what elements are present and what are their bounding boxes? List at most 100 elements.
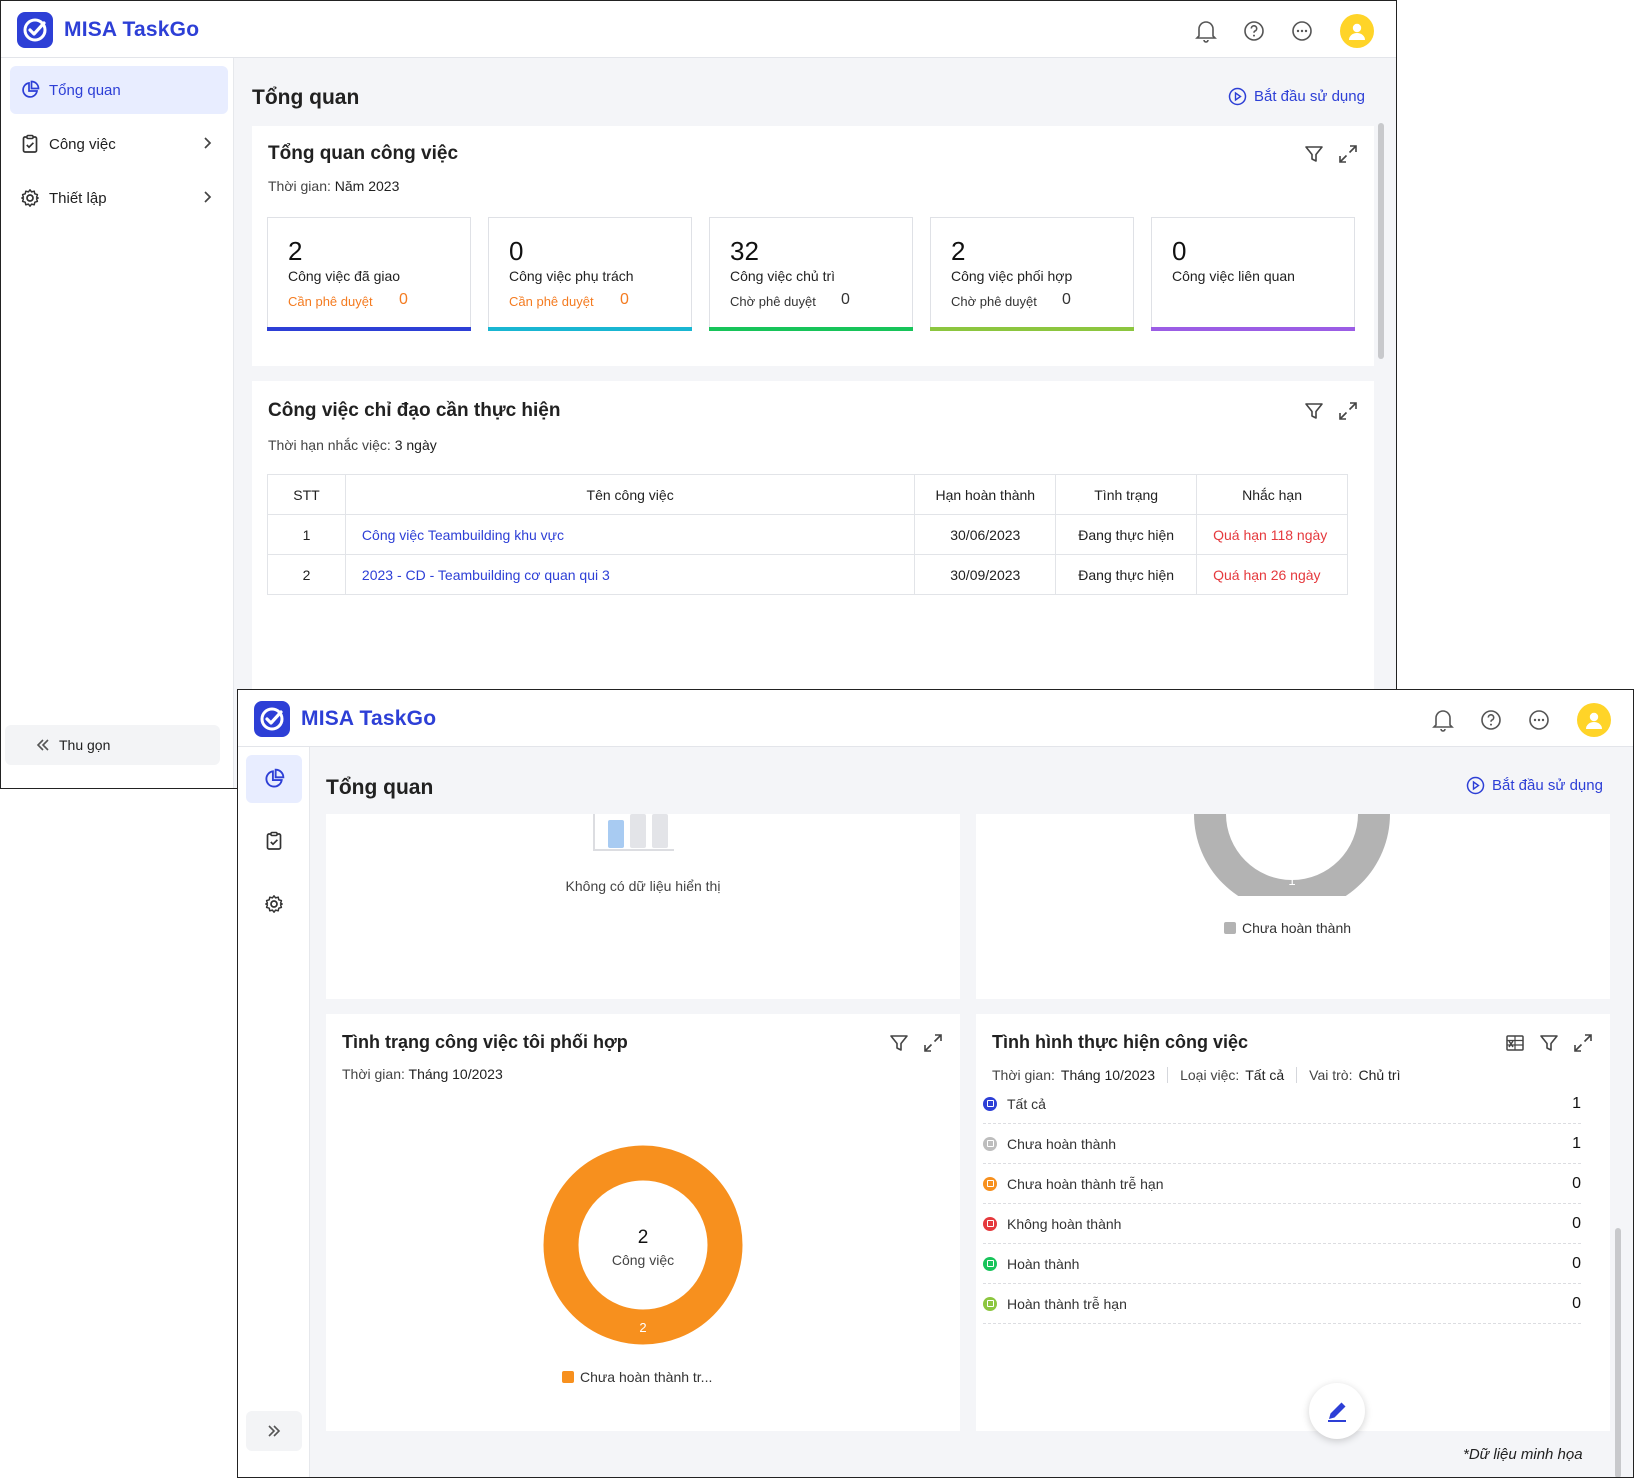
- filter-label: Loại việc:: [1180, 1067, 1240, 1083]
- start-using-link[interactable]: Bắt đầu sử dụng: [1228, 87, 1365, 106]
- progress-row[interactable]: Chưa hoàn thành trễ hạn 0: [983, 1164, 1581, 1204]
- double-chevron-right-icon: [268, 1425, 281, 1437]
- stat-card-lead[interactable]: 32 Công việc chủ trì Chờ phê duyệt 0: [709, 217, 913, 331]
- stat-bar: [267, 327, 471, 331]
- filter-label: Thời gian:: [992, 1067, 1055, 1083]
- progress-row[interactable]: Tất cả 1: [983, 1084, 1581, 1124]
- progress-row[interactable]: Hoàn thành 0: [983, 1244, 1581, 1284]
- stat-sub-value: 0: [1062, 291, 1071, 308]
- page-scrollbar[interactable]: [1615, 1228, 1621, 1477]
- page-scrollbar[interactable]: [1378, 123, 1384, 359]
- progress-row[interactable]: Hoàn thành trễ hạn 0: [983, 1284, 1581, 1324]
- donut-legend: Chưa hoàn thành tr...: [562, 1369, 712, 1385]
- pie-chart-icon: [22, 80, 40, 98]
- page-title: Tổng quan: [252, 86, 360, 109]
- stat-sub-label: Chờ phê duyệt: [951, 294, 1037, 309]
- sidebar-item-label: Thiết lập: [49, 189, 107, 207]
- stat-bar: [930, 327, 1134, 331]
- stat-sub-value: 0: [620, 291, 629, 308]
- progress-row[interactable]: Chưa hoàn thành 1: [983, 1124, 1581, 1164]
- filter-icon[interactable]: [1303, 400, 1325, 422]
- progress-label: Hoàn thành: [1007, 1255, 1080, 1272]
- expand-icon[interactable]: [1572, 1032, 1594, 1054]
- brand[interactable]: MISA TaskGo: [17, 12, 199, 48]
- table-row[interactable]: 1 Công việc Teambuilding khu vực 30/06/2…: [267, 514, 1348, 555]
- start-using-link[interactable]: Bắt đầu sử dụng: [1466, 776, 1603, 795]
- card-tools: [1492, 1032, 1594, 1054]
- filter-value[interactable]: Tất cả: [1245, 1067, 1284, 1083]
- period-value: Năm 2023: [334, 178, 400, 194]
- app-name: MISA TaskGo: [64, 18, 200, 41]
- legend-label: Chưa hoàn thành: [1242, 920, 1352, 936]
- task-name-link[interactable]: Công việc Teambuilding khu vực: [344, 514, 916, 555]
- donut-legend: Chưa hoàn thành: [1224, 920, 1351, 936]
- expand-sidebar-button[interactable]: [246, 1411, 302, 1451]
- filter-icon[interactable]: [1538, 1032, 1560, 1054]
- sidebar-item-settings[interactable]: [246, 880, 302, 928]
- row-index: 1: [267, 514, 346, 555]
- excel-export-icon[interactable]: [1504, 1032, 1526, 1054]
- divider: [1296, 1067, 1298, 1083]
- column-header: Nhắc hạn: [1196, 474, 1348, 515]
- help-icon[interactable]: [1238, 15, 1270, 47]
- status-donut-card: 1 Chưa hoàn thành: [976, 814, 1610, 999]
- progress-count: 0: [1572, 1174, 1581, 1192]
- stat-card-cooperate[interactable]: 2 Công việc phối hợp Chờ phê duyệt 0: [930, 217, 1134, 331]
- card-tools: [1291, 143, 1359, 165]
- clipboard-check-icon: [22, 134, 38, 153]
- stat-label: Công việc phối hợp: [951, 268, 1073, 284]
- sidebar-item-overview[interactable]: Tổng quan: [10, 66, 228, 114]
- stat-card-related[interactable]: 0 Công việc liên quan: [1151, 217, 1355, 331]
- expand-icon[interactable]: [1337, 400, 1359, 422]
- task-name-link[interactable]: 2023 - CD - Teambuilding cơ quan qui 3: [344, 554, 916, 595]
- progress-count: 1: [1572, 1134, 1581, 1152]
- stat-card-in-charge[interactable]: 0 Công việc phụ trách Cần phê duyệt 0: [488, 217, 692, 331]
- sidebar-item-tasks[interactable]: [246, 817, 302, 865]
- taskgo-window-collapsed: MISA TaskGo Tổng quan Bắt đầu sử dụng Kh…: [237, 689, 1634, 1478]
- stat-label: Công việc đã giao: [288, 268, 401, 284]
- stat-card-assigned[interactable]: 2 Công việc đã giao Cần phê duyệt 0: [267, 217, 471, 331]
- sidebar-item-settings[interactable]: Thiết lập: [10, 174, 228, 222]
- table-row[interactable]: 2 2023 - CD - Teambuilding cơ quan qui 3…: [267, 554, 1348, 595]
- filter-icon[interactable]: [1303, 143, 1325, 165]
- status-dot-icon: [983, 1256, 997, 1271]
- pie-chart-icon: [265, 768, 285, 788]
- bell-icon[interactable]: [1190, 15, 1222, 47]
- status-dot-icon: [983, 1216, 997, 1231]
- reminder-value: 3 ngày: [394, 437, 437, 453]
- row-index: 2: [267, 554, 346, 595]
- clipboard-check-icon: [266, 831, 282, 850]
- collapse-sidebar-button[interactable]: Thu gọn: [5, 725, 220, 765]
- filter-value[interactable]: Tháng 10/2023: [1061, 1067, 1155, 1083]
- bell-icon[interactable]: [1427, 704, 1459, 736]
- more-icon[interactable]: [1286, 15, 1318, 47]
- progress-count: 0: [1572, 1214, 1581, 1232]
- donut-slice-label: 1: [1288, 873, 1295, 888]
- double-chevron-left-icon: [36, 739, 49, 751]
- expand-icon[interactable]: [1337, 143, 1359, 165]
- stat-sub-label: Cần phê duyệt: [288, 294, 373, 309]
- status-dot-icon: [983, 1136, 997, 1151]
- filter-icon[interactable]: [888, 1032, 910, 1054]
- expand-icon[interactable]: [922, 1032, 944, 1054]
- sidebar-item-tasks[interactable]: Công việc: [10, 120, 228, 168]
- help-icon[interactable]: [1475, 704, 1507, 736]
- avatar[interactable]: [1577, 703, 1611, 737]
- brand[interactable]: MISA TaskGo: [254, 701, 436, 737]
- start-using-label: Bắt đầu sử dụng: [1492, 777, 1603, 794]
- progress-label: Chưa hoàn thành: [1007, 1135, 1117, 1152]
- avatar[interactable]: [1340, 14, 1374, 48]
- column-header: STT: [267, 474, 346, 515]
- table-header-row: STT Tên công việc Hạn hoàn thành Tình tr…: [267, 474, 1348, 515]
- stat-value: 0: [509, 236, 524, 266]
- more-icon[interactable]: [1523, 704, 1555, 736]
- donut-center-label: Công việc: [612, 1252, 674, 1268]
- taskgo-logo-icon: [254, 701, 290, 737]
- column-header: Hạn hoàn thành: [914, 474, 1057, 515]
- edit-fab-button[interactable]: [1309, 1383, 1365, 1439]
- sidebar-item-overview[interactable]: [246, 755, 302, 803]
- filter-value[interactable]: Chủ trì: [1358, 1067, 1400, 1083]
- progress-row[interactable]: Không hoàn thành 0: [983, 1204, 1581, 1244]
- stat-value: 2: [288, 236, 303, 266]
- stat-label: Công việc phụ trách: [509, 268, 634, 284]
